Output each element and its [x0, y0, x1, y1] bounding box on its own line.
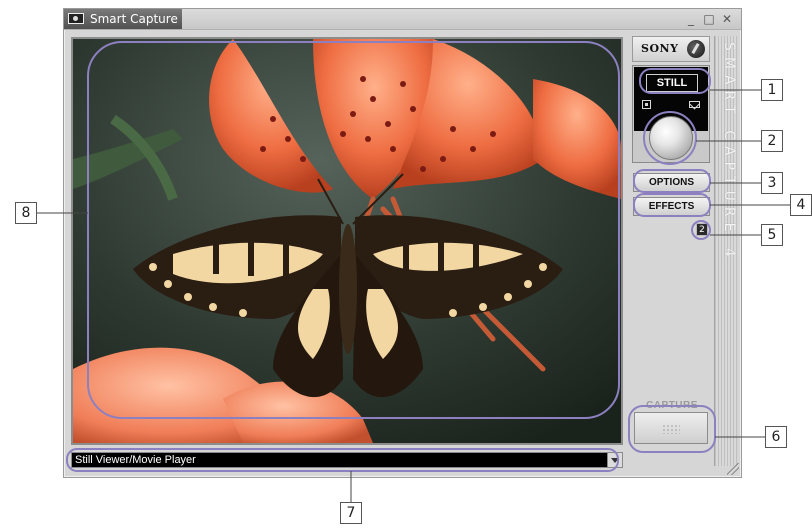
mode-panel: STILL — [632, 65, 710, 163]
sony-wordmark: SONY — [641, 42, 679, 55]
envelope-icon[interactable] — [689, 101, 700, 108]
callout-4: 4 — [790, 194, 812, 216]
sony-logo-icon — [687, 40, 705, 58]
sony-badge: SONY — [632, 36, 710, 62]
window-title: Smart Capture — [90, 12, 178, 26]
effects-button[interactable]: EFFECTS — [633, 197, 710, 216]
camera-app-icon — [68, 13, 84, 24]
callout-5: 5 — [761, 224, 783, 246]
vertical-brand-text: SMART CAPTURE 4 — [721, 42, 737, 263]
window-controls: _ □ ✕ — [685, 9, 733, 29]
capture-counter[interactable]: 2 — [696, 223, 708, 236]
title-tab: Smart Capture — [64, 9, 182, 29]
title-bar[interactable]: Smart Capture _ □ ✕ — [64, 9, 741, 30]
mode-label: STILL — [646, 74, 698, 92]
mode-dial[interactable] — [649, 116, 693, 160]
smart-capture-window: Smart Capture _ □ ✕ SONY STILL OPTIONS E… — [63, 8, 742, 478]
close-button[interactable]: ✕ — [721, 9, 733, 29]
callout-6: 6 — [765, 426, 787, 448]
maximize-button[interactable]: □ — [703, 9, 715, 29]
viewer-mode-select[interactable]: Still Viewer/Movie Player — [71, 452, 623, 468]
callout-7: 7 — [340, 502, 362, 524]
minimize-button[interactable]: _ — [685, 9, 697, 29]
callout-2: 2 — [761, 130, 783, 152]
chevron-down-icon[interactable] — [607, 453, 622, 467]
still-camera-icon[interactable] — [642, 100, 651, 109]
callout-1: 1 — [761, 79, 783, 101]
vertical-brand-strip: SMART CAPTURE 4 — [714, 36, 737, 466]
options-button[interactable]: OPTIONS — [633, 173, 710, 192]
callout-3: 3 — [761, 172, 783, 194]
callout-8: 8 — [15, 202, 37, 224]
image-viewer[interactable] — [71, 37, 623, 445]
capture-dots-icon — [662, 424, 680, 434]
capture-label: CAPTURE — [646, 400, 698, 411]
viewer-mode-value: Still Viewer/Movie Player — [75, 454, 196, 466]
resize-grip-icon[interactable] — [727, 463, 739, 475]
butterfly-photo — [73, 39, 621, 443]
capture-button[interactable] — [634, 412, 708, 444]
